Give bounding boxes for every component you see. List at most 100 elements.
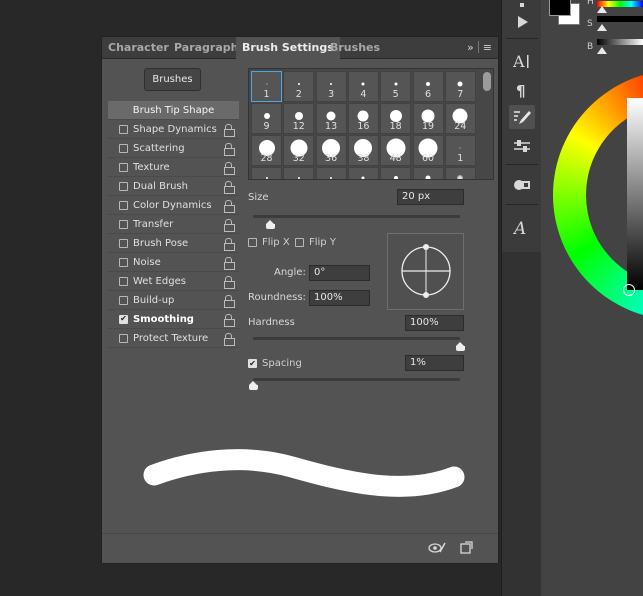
tab-brush-settings[interactable]: Brush Settings	[236, 37, 340, 60]
flip-x-checkbox[interactable]	[248, 238, 257, 247]
lock-icon[interactable]	[224, 200, 235, 213]
brush-tip-cell[interactable]: 1	[251, 71, 282, 102]
brush-option-item[interactable]: Color Dynamics	[108, 196, 239, 215]
brush-tip-cell[interactable]	[283, 167, 315, 179]
angle-field[interactable]: 0°	[309, 265, 370, 281]
lock-icon[interactable]	[224, 314, 235, 327]
hardness-slider-thumb[interactable]	[455, 342, 466, 352]
brightness-slider-thumb[interactable]	[597, 47, 607, 54]
color-wheel-marker[interactable]	[623, 284, 635, 296]
play-icon[interactable]	[509, 10, 535, 34]
lock-icon[interactable]	[224, 238, 235, 251]
brush-tip-cell[interactable]	[444, 167, 476, 179]
hardness-field[interactable]: 100%	[405, 315, 464, 331]
flip-y-checkbox[interactable]	[295, 238, 304, 247]
cube-icon[interactable]	[509, 173, 535, 197]
option-checkbox[interactable]	[119, 333, 128, 343]
eye-brush-icon[interactable]	[428, 541, 448, 558]
brush-tip-cell[interactable]: 60	[412, 135, 444, 166]
lock-icon[interactable]	[224, 276, 235, 289]
brushes-button[interactable]: Brushes	[144, 68, 201, 91]
brush-tip-shape-item[interactable]: Brush Tip Shape	[108, 101, 239, 120]
option-checkbox[interactable]	[119, 200, 128, 210]
brush-tip-cell[interactable]: 7	[444, 71, 476, 102]
brush-tip-cell[interactable]: 9	[251, 103, 282, 134]
brush-tip-cell[interactable]	[412, 167, 444, 179]
lock-icon[interactable]	[224, 124, 235, 137]
option-checkbox[interactable]	[119, 143, 128, 153]
paragraph-icon[interactable]: ¶	[509, 78, 535, 102]
option-checkbox[interactable]	[119, 181, 128, 191]
character-icon[interactable]: A	[509, 49, 535, 73]
option-checkbox[interactable]	[119, 257, 128, 267]
brush-tip-cell[interactable]: 36	[315, 135, 347, 166]
new-preset-icon[interactable]	[460, 541, 474, 558]
brush-option-item[interactable]: Shape Dynamics	[108, 120, 239, 139]
brush-tip-cell[interactable]: 19	[412, 103, 444, 134]
hue-slider-thumb[interactable]	[597, 6, 607, 13]
option-checkbox[interactable]	[119, 276, 128, 286]
brush-tip-cell[interactable]: 1	[444, 135, 476, 166]
hamburger-icon[interactable]: ≡	[483, 41, 492, 54]
brush-tip-cell[interactable]: 24	[444, 103, 476, 134]
tab-character[interactable]: Character	[108, 37, 169, 59]
brush-option-item[interactable]: Noise	[108, 253, 239, 272]
brush-option-item[interactable]: Scattering	[108, 139, 239, 158]
brush-option-item[interactable]: Texture	[108, 158, 239, 177]
spacing-field[interactable]: 1%	[405, 355, 464, 371]
lock-icon[interactable]	[224, 295, 235, 308]
spacing-slider[interactable]	[253, 378, 460, 381]
size-slider-thumb[interactable]	[265, 220, 276, 230]
brush-tip-cell[interactable]: 16	[347, 103, 379, 134]
brush-tip-cell[interactable]	[380, 167, 412, 179]
brush-tip-cell[interactable]: 18	[380, 103, 412, 134]
glyphs-icon[interactable]: A	[509, 215, 535, 239]
brush-option-item[interactable]: Brush Pose	[108, 234, 239, 253]
lock-icon[interactable]	[224, 162, 235, 175]
brush-tip-cell[interactable]: 4	[347, 71, 379, 102]
brush-tip-cell[interactable]: 12	[283, 103, 315, 134]
spacing-checkbox[interactable]: ✔	[248, 359, 257, 368]
lock-icon[interactable]	[224, 143, 235, 156]
lock-icon[interactable]	[224, 333, 235, 346]
saturation-slider-thumb[interactable]	[597, 24, 607, 31]
brush-option-item[interactable]: Dual Brush	[108, 177, 239, 196]
brush-option-item[interactable]: Protect Texture	[108, 329, 239, 348]
brush-tip-cell[interactable]: 48	[380, 135, 412, 166]
lock-icon[interactable]	[224, 257, 235, 270]
option-checkbox[interactable]	[119, 124, 128, 134]
brush-option-item[interactable]: Wet Edges	[108, 272, 239, 291]
brightness-triangle[interactable]	[627, 98, 643, 290]
tab-brushes[interactable]: Brushes	[330, 37, 380, 59]
brush-tip-cell[interactable]: 3	[315, 71, 347, 102]
roundness-field[interactable]: 100%	[309, 290, 370, 306]
adjust-icon[interactable]	[509, 134, 535, 158]
brush-tip-cell[interactable]	[347, 167, 379, 179]
spacing-slider-thumb[interactable]	[248, 381, 259, 391]
picker-scrollbar[interactable]	[483, 72, 491, 91]
option-checkbox[interactable]	[119, 295, 128, 305]
brush-tip-picker[interactable]: 1 2 3 4 5 6 7 9 12 13 16 18 19 24 28 32 36 38 48 60 1	[248, 68, 494, 180]
angle-roundness-preview[interactable]	[387, 233, 464, 310]
size-slider[interactable]	[253, 215, 460, 218]
foreground-color-swatch[interactable]	[549, 0, 571, 16]
option-checkbox[interactable]: ✔	[119, 314, 128, 324]
brush-settings-icon[interactable]	[509, 105, 535, 129]
size-field[interactable]: 20 px	[397, 189, 464, 205]
brush-tip-cell[interactable]: 32	[283, 135, 315, 166]
spacing-option[interactable]: ✔ Spacing	[248, 358, 302, 369]
brush-tip-cell[interactable]: 6	[412, 71, 444, 102]
option-checkbox[interactable]	[119, 219, 128, 229]
option-checkbox[interactable]	[119, 238, 128, 248]
brush-option-item[interactable]: Build-up	[108, 291, 239, 310]
brush-tip-cell[interactable]	[251, 167, 282, 179]
lock-icon[interactable]	[224, 219, 235, 232]
brush-tip-cell[interactable]: 5	[380, 71, 412, 102]
double-chevron-right-icon[interactable]: »	[467, 41, 474, 54]
option-checkbox[interactable]	[119, 162, 128, 172]
brush-tip-cell[interactable]: 13	[315, 103, 347, 134]
brush-tip-cell[interactable]	[315, 167, 347, 179]
brush-tip-cell[interactable]: 38	[347, 135, 379, 166]
brush-option-item[interactable]: ✔ Smoothing	[108, 310, 239, 329]
brush-tip-cell[interactable]: 28	[251, 135, 282, 166]
